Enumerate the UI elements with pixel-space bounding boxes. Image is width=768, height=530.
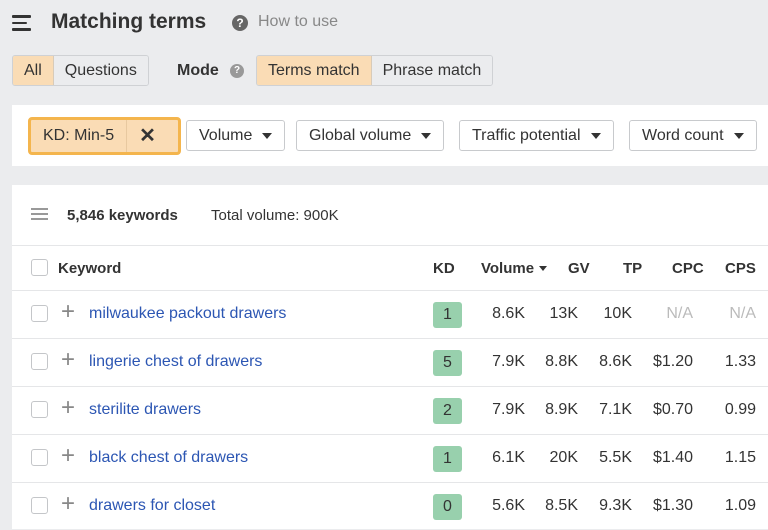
col-gv[interactable]: GV [568,260,590,277]
kd-badge: 0 [433,494,462,520]
kd-filter[interactable]: KD: Min-5 ✕ [28,117,181,155]
chevron-down-icon [421,133,431,139]
gv-cell: 8.8K [545,353,578,371]
volume-cell: 8.6K [492,305,525,323]
sort-desc-icon [539,266,547,271]
row-checkbox[interactable] [31,449,48,466]
gv-cell: 20K [550,449,578,467]
tp-cell: 8.6K [599,353,632,371]
cps-cell: 1.33 [725,353,756,371]
help-icon[interactable]: ? [232,15,248,31]
table-row: + drawers for closet 0 5.6K 8.5K 9.3K $1… [12,482,768,530]
plus-icon[interactable]: + [61,492,75,516]
kd-badge: 1 [433,446,462,472]
tp-cell: 10K [604,305,632,323]
gv-cell: 8.9K [545,401,578,419]
col-cpc[interactable]: CPC [672,260,704,277]
kd-badge: 1 [433,302,462,328]
select-all-checkbox[interactable] [31,259,48,276]
tab-phrase-match[interactable]: Phrase match [371,56,493,85]
tab-questions[interactable]: Questions [53,56,148,85]
keyword-link[interactable]: black chest of drawers [89,449,248,467]
cpc-cell: $1.40 [653,449,693,467]
tab-terms-match[interactable]: Terms match [257,56,371,85]
tab-all[interactable]: All [13,56,53,85]
volume-cell: 6.1K [492,449,525,467]
cps-cell: 0.99 [725,401,756,419]
close-icon[interactable]: ✕ [127,120,168,152]
keyword-link[interactable]: sterilite drawers [89,401,201,419]
volume-cell: 5.6K [492,497,525,515]
menu-icon[interactable] [12,15,31,31]
col-volume[interactable]: Volume [481,260,547,277]
tp-cell: 9.3K [599,497,632,515]
plus-icon[interactable]: + [61,444,75,468]
col-cps[interactable]: CPS [725,260,756,277]
tp-cell: 5.5K [599,449,632,467]
row-checkbox[interactable] [31,305,48,322]
chevron-down-icon [734,133,744,139]
table-row: + sterilite drawers 2 7.9K 8.9K 7.1K $0.… [12,386,768,434]
keyword-link[interactable]: lingerie chest of drawers [89,353,262,371]
cpc-cell: N/A [666,305,693,323]
kd-badge: 2 [433,398,462,424]
table-row: + black chest of drawers 1 6.1K 20K 5.5K… [12,434,768,482]
volume-filter[interactable]: Volume [186,120,285,151]
chevron-down-icon [591,133,601,139]
col-kd[interactable]: KD [433,260,455,277]
kd-filter-label[interactable]: KD: Min-5 [31,120,127,152]
table-row: + milwaukee packout drawers 1 8.6K 13K 1… [12,290,768,338]
traffic-potential-filter[interactable]: Traffic potential [459,120,614,151]
plus-icon[interactable]: + [61,300,75,324]
type-toggle: All Questions [12,55,149,86]
cps-cell: 1.15 [725,449,756,467]
columns-menu-icon[interactable] [31,208,48,220]
kd-badge: 5 [433,350,462,376]
col-keyword[interactable]: Keyword [58,260,121,277]
volume-cell: 7.9K [492,353,525,371]
cps-cell: 1.09 [725,497,756,515]
row-checkbox[interactable] [31,497,48,514]
mode-toggle: Terms match Phrase match [256,55,493,86]
global-volume-filter[interactable]: Global volume [296,120,444,151]
col-tp[interactable]: TP [623,260,642,277]
volume-cell: 7.9K [492,401,525,419]
plus-icon[interactable]: + [61,348,75,372]
gv-cell: 13K [550,305,578,323]
mode-label: Mode [177,62,219,80]
cpc-cell: $1.20 [653,353,693,371]
row-checkbox[interactable] [31,401,48,418]
gv-cell: 8.5K [545,497,578,515]
keyword-count: 5,846 keywords [67,207,178,224]
plus-icon[interactable]: + [61,396,75,420]
total-volume: Total volume: 900K [211,207,339,224]
page-title: Matching terms [51,10,206,34]
cpc-cell: $1.30 [653,497,693,515]
row-checkbox[interactable] [31,353,48,370]
how-to-use-link[interactable]: How to use [258,13,338,31]
cpc-cell: $0.70 [653,401,693,419]
mode-help-icon[interactable]: ? [230,64,244,78]
table-row: + lingerie chest of drawers 5 7.9K 8.8K … [12,338,768,386]
keyword-link[interactable]: drawers for closet [89,497,215,515]
word-count-filter[interactable]: Word count [629,120,757,151]
cps-cell: N/A [729,305,756,323]
keyword-link[interactable]: milwaukee packout drawers [89,305,286,323]
chevron-down-icon [262,133,272,139]
tp-cell: 7.1K [599,401,632,419]
